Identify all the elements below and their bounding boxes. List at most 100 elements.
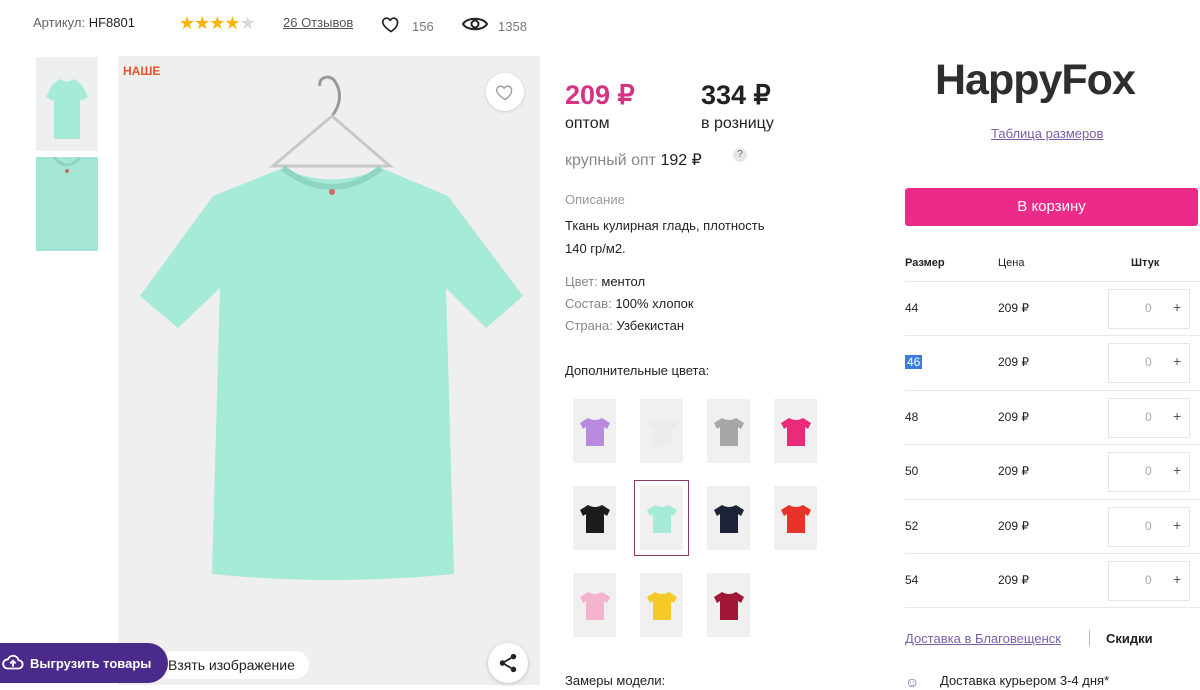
price-cell: 209 ₽	[998, 355, 1029, 369]
attr-composition-key: Состав:	[565, 296, 612, 311]
price-cell: 209 ₽	[998, 519, 1029, 533]
size-value: 54	[905, 573, 919, 587]
heart-icon[interactable]	[381, 14, 401, 34]
take-image-button[interactable]: Взять изображение	[158, 651, 309, 679]
tshirt-icon	[780, 418, 811, 446]
color-swatch[interactable]	[774, 486, 817, 550]
plus-icon[interactable]: +	[1173, 571, 1181, 587]
quantity-stepper[interactable]: 0 +	[1108, 343, 1190, 383]
attr-composition: Состав: 100% хлопок	[565, 296, 694, 311]
size-cell: 52	[905, 519, 918, 533]
views-count: 1358	[498, 19, 527, 34]
retail-price: 334 ₽	[701, 80, 771, 110]
size-value: 52	[905, 519, 919, 533]
color-swatch[interactable]	[573, 573, 616, 637]
tshirt-icon	[646, 418, 677, 446]
tshirt-icon	[713, 592, 744, 620]
row-divider	[905, 499, 1200, 500]
attr-color: Цвет: ментол	[565, 274, 645, 289]
quantity-value[interactable]: 0	[1145, 464, 1152, 478]
description-text: Ткань кулирная гладь, плотность 140 гр/м…	[565, 218, 765, 256]
quantity-value[interactable]: 0	[1145, 573, 1152, 587]
color-swatch[interactable]	[640, 573, 683, 637]
price-cell: 209 ₽	[998, 410, 1029, 424]
heart-icon	[496, 85, 513, 101]
add-to-cart-button[interactable]: В корзину	[905, 188, 1198, 226]
size-value: 48	[905, 410, 919, 424]
size-cell: 50	[905, 464, 918, 478]
plus-icon[interactable]: +	[1173, 353, 1181, 369]
quantity-value[interactable]: 0	[1145, 519, 1152, 533]
quantity-stepper[interactable]: 0 +	[1108, 561, 1190, 601]
share-button[interactable]	[488, 643, 528, 683]
color-swatch[interactable]	[573, 399, 616, 463]
divider	[1089, 630, 1090, 646]
favorites-count: 156	[412, 19, 434, 34]
color-swatch[interactable]	[573, 486, 616, 550]
quantity-value[interactable]: 0	[1145, 355, 1152, 369]
smile-icon: ☺	[905, 674, 920, 690]
tshirt-icon	[780, 505, 811, 533]
add-to-favorites-button[interactable]	[486, 73, 524, 111]
color-swatch[interactable]	[707, 399, 750, 463]
help-icon[interactable]: ?	[733, 148, 747, 162]
attr-country-value: Узбекистан	[616, 318, 684, 333]
brand-logo: HappyFox	[935, 56, 1136, 104]
export-products-button[interactable]: Выгрузить товары	[0, 643, 168, 683]
description-heading: Описание	[565, 192, 625, 207]
tshirt-image	[140, 75, 523, 580]
plus-icon[interactable]: +	[1173, 517, 1181, 533]
model-measures-heading: Замеры модели:	[565, 673, 666, 688]
attr-composition-value: 100% хлопок	[615, 296, 694, 311]
attr-country-key: Страна:	[565, 318, 613, 333]
size-chart-link[interactable]: Таблица размеров	[991, 126, 1103, 141]
quantity-stepper[interactable]: 0 +	[1108, 398, 1190, 438]
reviews-link[interactable]: 26 Отзывов	[283, 15, 353, 30]
row-divider	[905, 390, 1200, 391]
star-empty-icon: ★	[239, 13, 256, 33]
sku-label: Артикул:	[33, 15, 86, 30]
color-swatch[interactable]	[707, 486, 750, 550]
size-value: 44	[905, 301, 919, 315]
star-filled-icon: ★	[179, 13, 195, 33]
thumbnail-1[interactable]	[36, 57, 98, 151]
cloud-upload-icon	[2, 654, 24, 670]
row-divider	[905, 553, 1200, 554]
thumbnail-2[interactable]	[36, 156, 98, 251]
fabric-closeup-image	[52, 156, 82, 173]
tshirt-icon	[646, 592, 677, 620]
size-cell: 46	[905, 355, 923, 369]
color-swatch[interactable]	[640, 399, 683, 463]
quantity-stepper[interactable]: 0 +	[1108, 289, 1190, 329]
size-cell: 44	[905, 301, 918, 315]
tshirt-icon	[713, 505, 744, 533]
quantity-stepper[interactable]: 0 +	[1108, 507, 1190, 547]
wholesale-price: 209 ₽	[565, 80, 635, 110]
attr-color-value: ментол	[601, 274, 646, 289]
quantity-value[interactable]: 0	[1145, 301, 1152, 315]
color-swatch[interactable]	[707, 573, 750, 637]
plus-icon[interactable]: +	[1173, 462, 1181, 478]
discounts-tab[interactable]: Скидки	[1106, 631, 1153, 646]
size-cell: 54	[905, 573, 918, 587]
sku: Артикул: HF8801	[33, 15, 135, 30]
more-colors-heading: Дополнительные цвета:	[565, 363, 710, 378]
courier-delivery: Доставка курьером 3-4 дня*	[940, 673, 1110, 688]
tshirt-icon	[579, 418, 610, 446]
bulk-value: 192 ₽	[660, 152, 702, 169]
price-cell: 209 ₽	[998, 301, 1029, 315]
tshirt-icon	[713, 418, 744, 446]
quantity-stepper[interactable]: 0 +	[1108, 452, 1190, 492]
size-cell: 48	[905, 410, 918, 424]
quantity-value[interactable]: 0	[1145, 410, 1152, 424]
color-swatch[interactable]	[634, 480, 689, 556]
tshirt-icon	[579, 505, 610, 533]
color-swatch[interactable]	[774, 399, 817, 463]
delivery-link[interactable]: Доставка в Благовещенск	[905, 631, 1061, 646]
badge-ours: НАШЕ	[123, 64, 161, 78]
plus-icon[interactable]: +	[1173, 408, 1181, 424]
bulk-price: крупный опт 192 ₽	[565, 150, 702, 170]
plus-icon[interactable]: +	[1173, 299, 1181, 315]
rating-stars: ★★★★★	[179, 13, 256, 34]
col-price-header: Цена	[998, 257, 1025, 269]
